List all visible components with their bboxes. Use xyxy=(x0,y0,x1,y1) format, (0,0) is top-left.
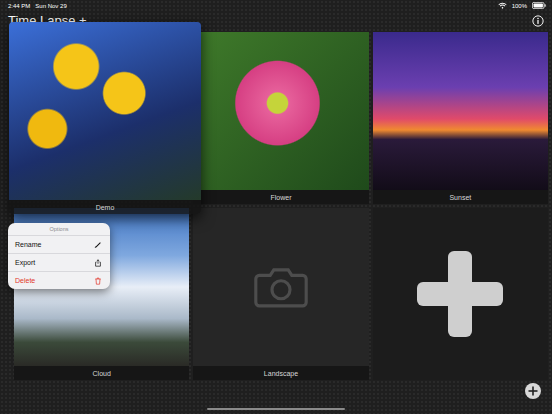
status-time: 2:44 PM xyxy=(8,3,30,9)
context-menu-item[interactable]: Delete xyxy=(8,272,110,289)
pencil-icon xyxy=(94,241,102,249)
wifi-icon xyxy=(498,2,507,9)
plus-icon xyxy=(525,383,541,399)
status-bar: 2:44 PM Sun Nov 29 100% xyxy=(0,0,552,11)
plus-icon xyxy=(415,249,505,339)
lifted-project-preview[interactable]: Demo xyxy=(9,22,201,214)
add-button[interactable] xyxy=(525,383,541,399)
project-label: Flower xyxy=(193,190,368,204)
project-tile[interactable]: Landscape xyxy=(193,208,368,380)
project-tile[interactable]: Flower xyxy=(193,32,368,204)
camera-icon xyxy=(254,266,308,308)
context-menu-item[interactable]: Rename xyxy=(8,236,110,254)
project-label: Cloud xyxy=(14,366,189,380)
project-thumbnail xyxy=(373,32,548,190)
battery-icon xyxy=(532,2,546,9)
info-icon[interactable] xyxy=(532,15,544,27)
empty-thumbnail xyxy=(193,208,368,366)
context-menu-title: Options xyxy=(8,223,110,236)
share-icon xyxy=(94,259,102,267)
context-menu: OptionsRenameExportDelete xyxy=(8,223,110,289)
project-label: Demo xyxy=(9,200,201,214)
project-tile[interactable]: Sunset xyxy=(373,32,548,204)
project-label: Landscape xyxy=(193,366,368,380)
trash-icon xyxy=(94,277,102,285)
app-screen: 2:44 PMSun Nov 29100%Time Lapse +FlowerS… xyxy=(0,0,552,414)
project-label: Sunset xyxy=(373,190,548,204)
add-project-tile[interactable] xyxy=(373,208,548,380)
battery-percent: 100% xyxy=(512,3,527,9)
context-menu-item[interactable]: Export xyxy=(8,254,110,272)
status-date: Sun Nov 29 xyxy=(35,3,66,9)
project-thumbnail xyxy=(9,22,201,200)
home-indicator xyxy=(207,408,345,410)
project-thumbnail xyxy=(193,32,368,190)
